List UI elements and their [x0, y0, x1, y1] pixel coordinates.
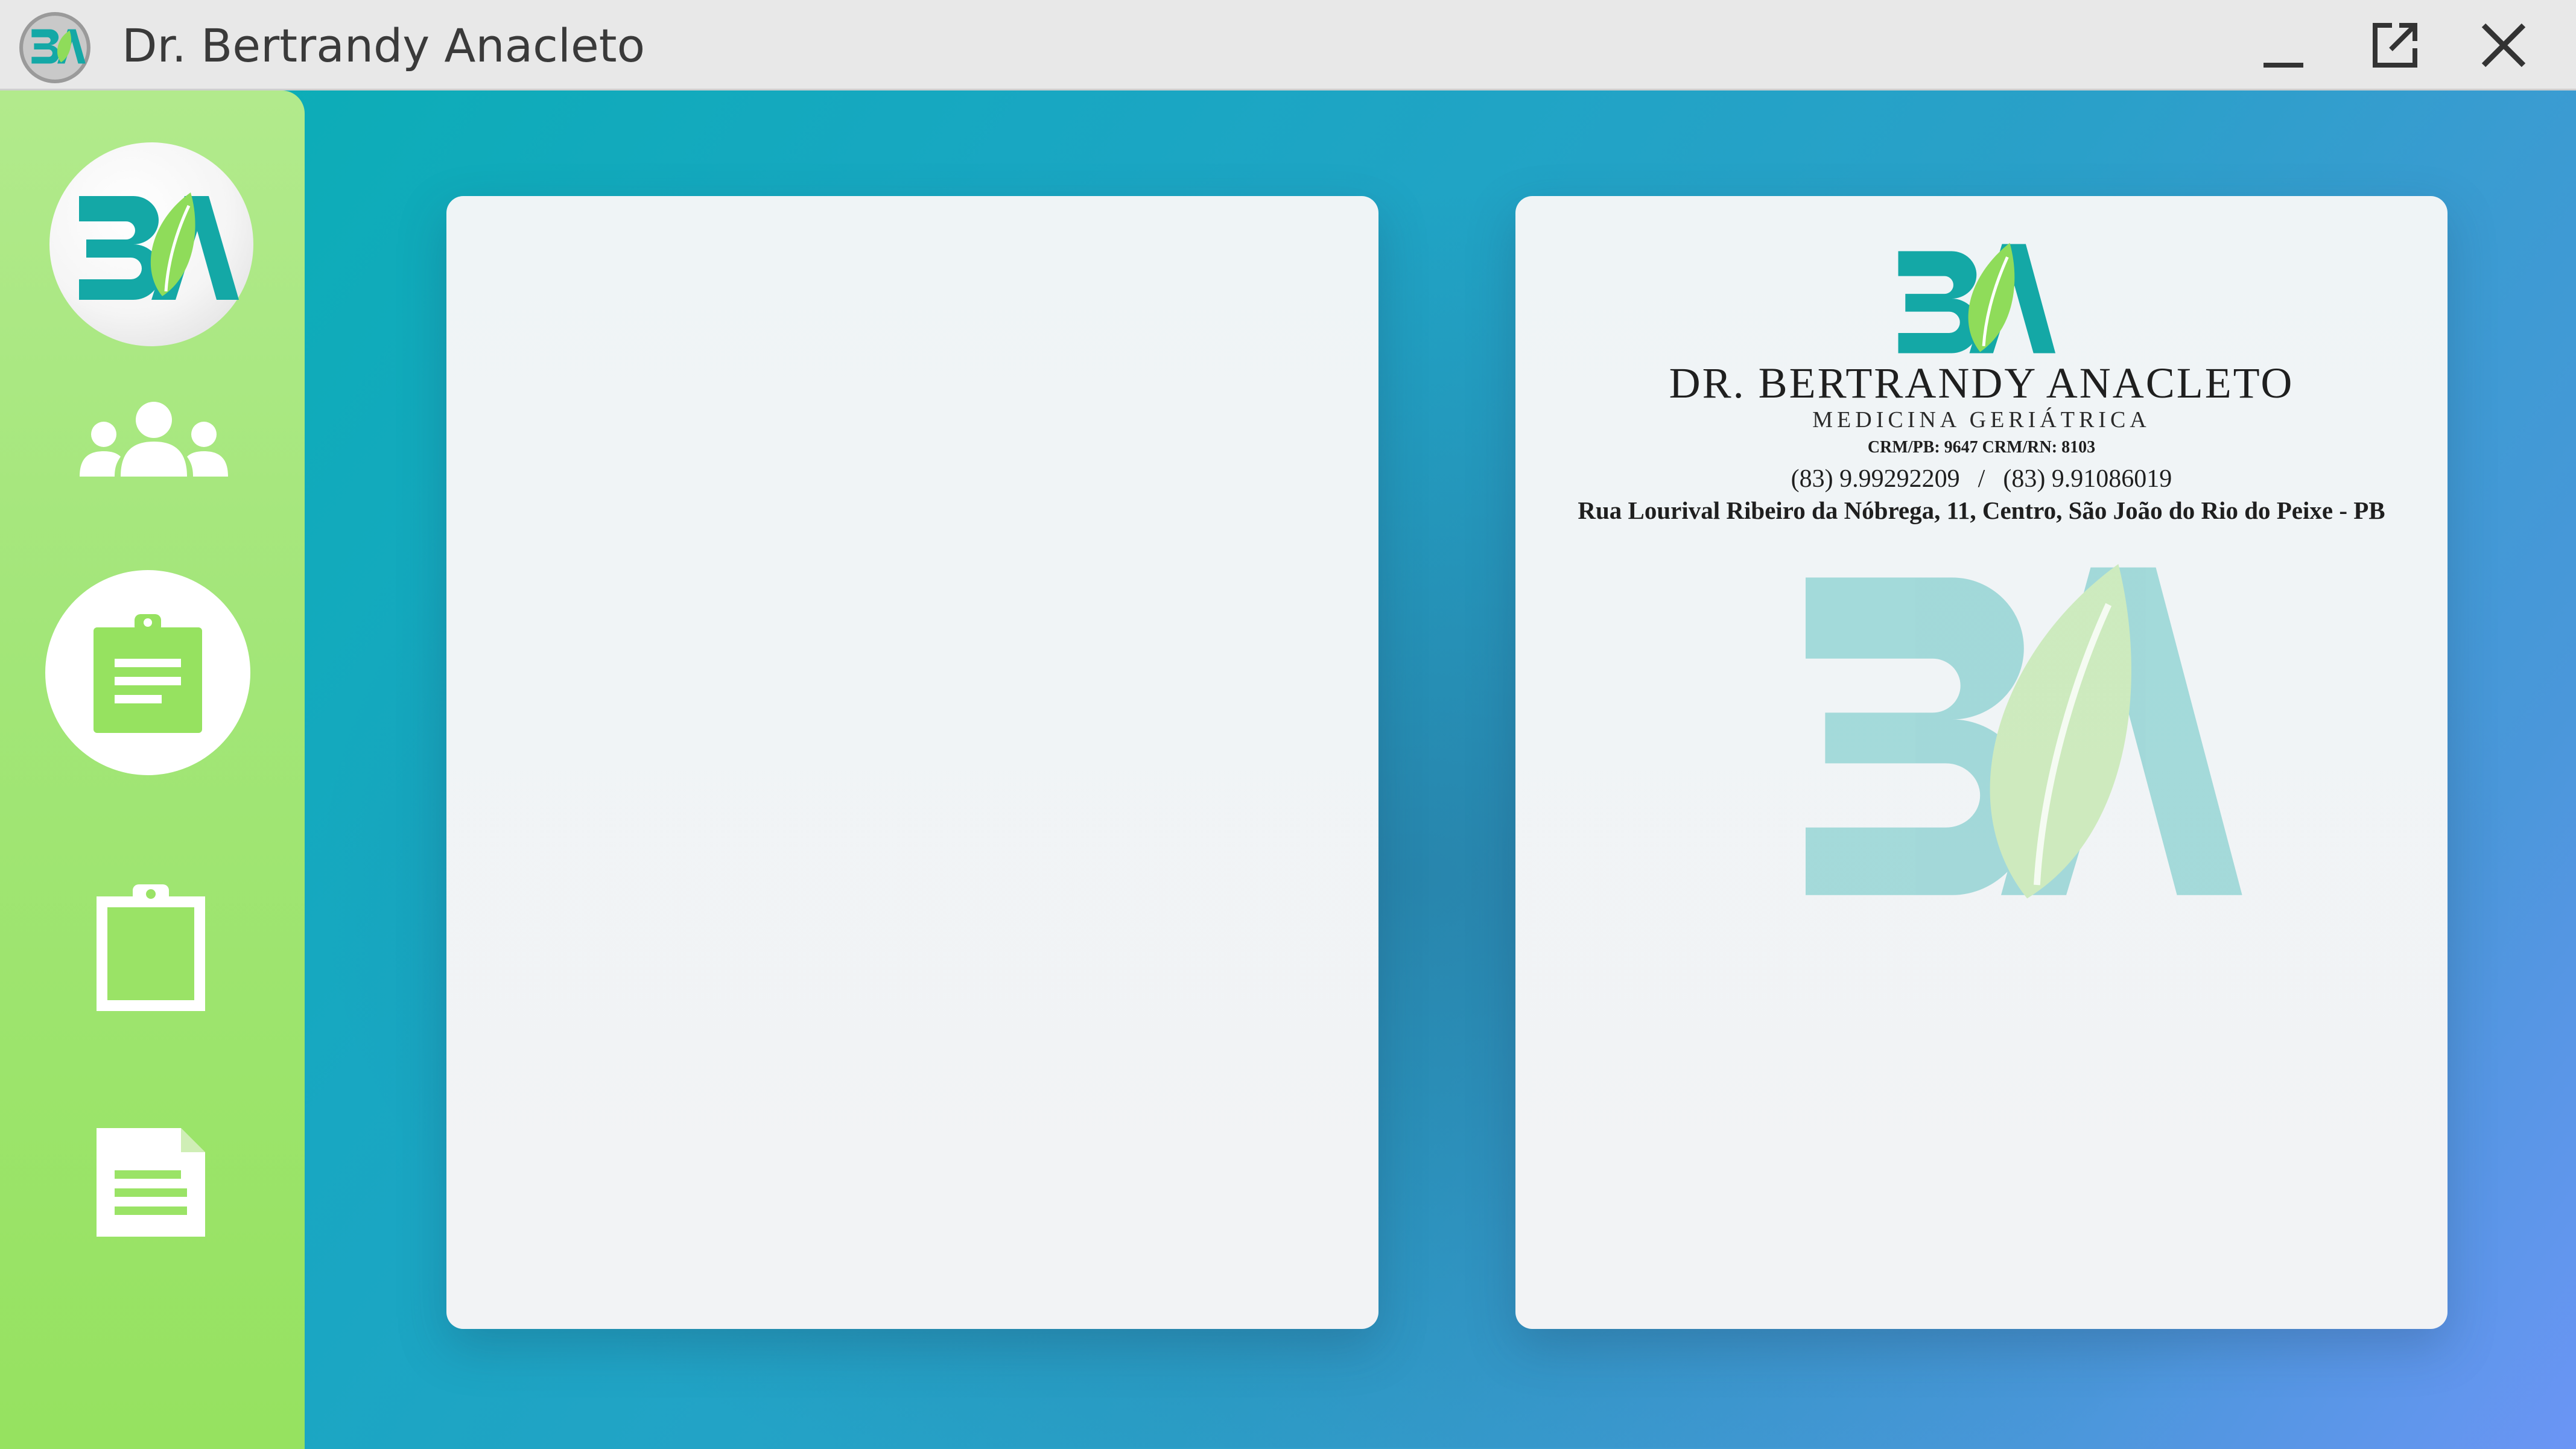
title-bar: Dr. Bertrandy Anacleto — [0, 0, 2576, 90]
popout-button[interactable] — [2362, 12, 2428, 78]
blank-document-panel[interactable] — [446, 196, 1378, 1329]
ba-watermark-logo — [1757, 564, 2245, 902]
minimize-button[interactable] — [2250, 12, 2317, 78]
phone-separator: / — [1978, 465, 1985, 493]
ba-logo-icon — [79, 192, 239, 300]
clipboard-list-icon — [94, 614, 202, 733]
phone-1: (83) 9.99292209 — [1791, 465, 1960, 493]
specialty: MEDICINA GERIÁTRICA — [1812, 407, 2151, 433]
ba-logo-icon — [1880, 238, 2058, 359]
sidebar-item-records[interactable] — [84, 875, 217, 1019]
close-icon — [2481, 23, 2526, 68]
ba-logo-icon — [18, 11, 92, 84]
minimize-icon — [2264, 63, 2303, 68]
clipboard-icon — [97, 884, 205, 1011]
document-text-icon — [97, 1128, 205, 1237]
sidebar-item-patients[interactable] — [78, 386, 229, 495]
doctor-name: DR. BERTRANDY ANACLETO — [1669, 359, 2294, 407]
sidebar-item-prescription[interactable] — [45, 570, 250, 775]
letterhead-panel[interactable]: DR. BERTRANDY ANACLETO MEDICINA GERIÁTRI… — [1515, 196, 2448, 1329]
users-group-icon — [80, 402, 228, 477]
close-button[interactable] — [2470, 12, 2537, 78]
crm-registration: CRM/PB: 9647 CRM/RN: 8103 — [1867, 438, 2096, 457]
sidebar — [0, 90, 305, 1449]
sidebar-item-documents[interactable] — [84, 1116, 217, 1249]
phone-2: (83) 9.91086019 — [2003, 465, 2172, 493]
phone-numbers: (83) 9.99292209 / (83) 9.91086019 — [1515, 464, 2448, 494]
address: Rua Lourival Ribeiro da Nóbrega, 11, Cen… — [1578, 496, 2385, 524]
sidebar-item-home[interactable] — [49, 142, 253, 346]
external-window-icon — [2373, 23, 2417, 68]
window-title: Dr. Bertrandy Anacleto — [122, 19, 646, 72]
